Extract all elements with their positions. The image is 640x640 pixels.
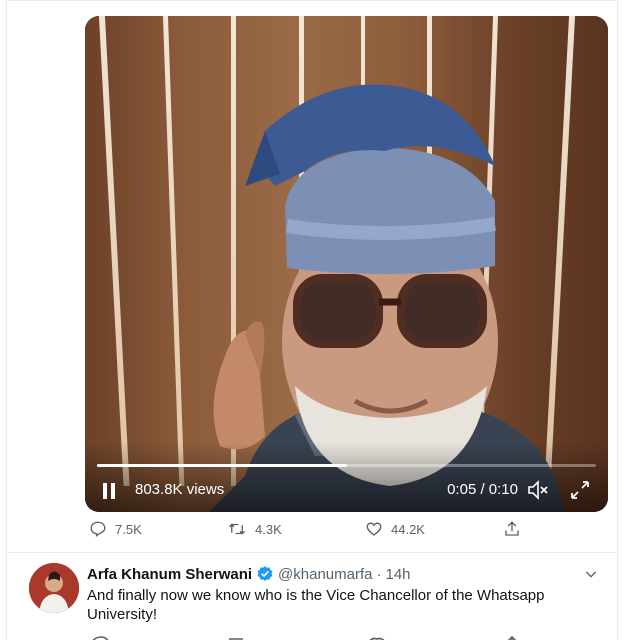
pause-icon xyxy=(103,483,107,499)
pause-button[interactable] xyxy=(103,480,121,502)
timeline: 803.8K views 0:05 / 0:10 7.5K 4.3K 44.2K… xyxy=(6,0,618,640)
fullscreen-button[interactable] xyxy=(568,478,592,502)
playback-time: 0:05 / 0:10 xyxy=(447,481,518,498)
like-count: 44.2K xyxy=(391,521,425,537)
verified-icon xyxy=(257,566,273,581)
retweet-icon xyxy=(229,523,245,535)
tweet-time[interactable]: 14h xyxy=(385,566,410,583)
reply-icon xyxy=(90,521,106,538)
volume-muted-icon xyxy=(528,480,548,500)
separator-dot: · xyxy=(376,565,382,583)
share-icon xyxy=(505,521,519,536)
reply-button[interactable]: 7.5K xyxy=(89,520,142,538)
mute-button[interactable] xyxy=(526,478,550,502)
avatar[interactable] xyxy=(29,563,79,613)
next-action-bar xyxy=(85,630,545,640)
fullscreen-icon xyxy=(571,481,589,499)
retweet-count: 4.3K xyxy=(255,521,282,537)
share-button[interactable] xyxy=(503,520,529,538)
heart-icon xyxy=(366,522,382,536)
author-name[interactable]: Arfa Khanum Sherwani xyxy=(87,566,252,583)
progress-bar[interactable] xyxy=(97,464,596,467)
reply-count: 7.5K xyxy=(115,521,142,537)
profile-photo xyxy=(29,563,79,613)
tweet-text: And finally now we know who is the Vice … xyxy=(87,587,545,623)
tweet-divider xyxy=(7,552,617,553)
tweet-header: Arfa Khanum Sherwani @khanumarfa · 14h xyxy=(87,563,597,585)
retweet-button[interactable]: 4.3K xyxy=(227,520,282,538)
more-options-button[interactable] xyxy=(583,566,599,587)
cropped-action-icons xyxy=(92,635,517,640)
progress-fill xyxy=(97,464,347,467)
like-button[interactable]: 44.2K xyxy=(365,520,425,538)
video-player[interactable]: 803.8K views 0:05 / 0:10 xyxy=(85,16,608,512)
chevron-down-icon xyxy=(585,571,597,578)
verified-badge xyxy=(256,565,274,583)
video-controls: 803.8K views 0:05 / 0:10 xyxy=(85,452,608,512)
view-count: 803.8K views xyxy=(135,481,225,498)
author-handle[interactable]: @khanumarfa xyxy=(278,566,372,583)
pause-icon xyxy=(111,483,115,499)
top-divider xyxy=(7,0,617,1)
tweet-action-bar: 7.5K 4.3K 44.2K xyxy=(85,520,545,546)
